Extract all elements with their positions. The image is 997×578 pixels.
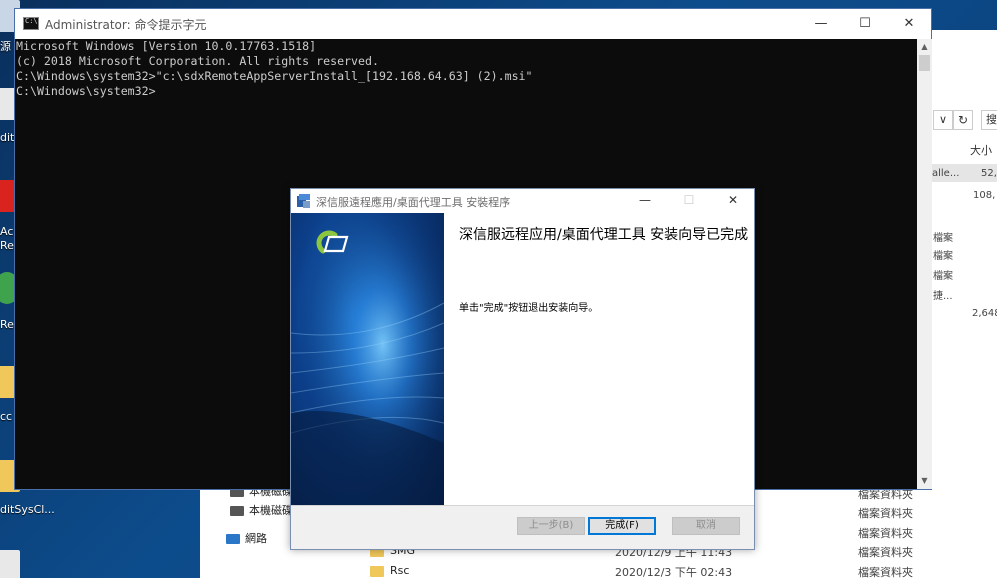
button-separator	[291, 505, 754, 506]
file-type-cell: 檔案資料夾	[858, 507, 913, 520]
desktop-icon-label: 源	[0, 40, 11, 53]
minimize-button[interactable]: —	[799, 9, 843, 39]
maximize-button[interactable]: ☐	[843, 9, 887, 39]
desktop-icon-file[interactable]	[0, 550, 20, 578]
drive-icon	[230, 506, 244, 516]
console-line: C:\Windows\system32>	[16, 84, 156, 98]
file-type-cell: 檔案資料夾	[858, 527, 913, 540]
cell-text: 檔案	[933, 251, 953, 262]
console-line: Microsoft Windows [Version 10.0.17763.15…	[16, 39, 317, 53]
scroll-up-icon[interactable]: ▲	[917, 39, 932, 55]
vertical-scrollbar[interactable]: ▲ ▼	[917, 39, 932, 489]
maximize-button: ☐	[683, 193, 695, 207]
address-dropdown-button[interactable]: ∨	[933, 110, 953, 130]
installer-content: 深信服远程应用/桌面代理工具 安装向导已完成 单击"完成"按钮退出安装向导。	[444, 213, 754, 505]
search-input[interactable]: 搜	[981, 110, 997, 130]
file-type-cell: 檔案資料夾	[858, 566, 913, 578]
desktop-icon-label: cc	[0, 410, 13, 423]
scroll-down-icon[interactable]: ▼	[917, 473, 932, 489]
console-line: C:\Windows\system32>"c:\sdxRemoteAppServ…	[16, 69, 533, 83]
window-title: Administrator: 命令提示字元	[45, 18, 207, 32]
nav-item-network[interactable]: 網路	[226, 530, 267, 546]
desktop-icon-label: Re	[0, 239, 14, 252]
dialog-titlebar[interactable]: 深信服遠程應用/桌面代理工具 安裝程序 — ☐ ✕	[291, 189, 754, 213]
finish-button[interactable]: 完成(F)	[588, 517, 656, 535]
cell-text: 52,	[981, 168, 997, 179]
cell-text: 檔案	[933, 271, 953, 282]
desktop: 源 dit Acr Re Re cc ditSysCl... ∨ ↻ 搜 大小 …	[0, 0, 997, 578]
minimize-button[interactable]: —	[623, 189, 667, 213]
close-button[interactable]: ✕	[711, 189, 755, 213]
cell-text: 檔案	[933, 233, 953, 244]
cell-text: 2,648	[972, 308, 997, 319]
nav-item-label: 網路	[245, 532, 267, 545]
file-name: Rsc	[390, 564, 410, 577]
nav-item-local-disk[interactable]: 本機磁碟	[230, 502, 293, 518]
refresh-button[interactable]: ↻	[953, 110, 973, 130]
file-type-cell: 檔案資料夾	[858, 546, 913, 559]
column-header-size[interactable]: 大小	[970, 142, 992, 158]
desktop-icon-label: Re	[0, 318, 14, 331]
cancel-button: 取消	[672, 517, 740, 535]
completion-description: 单击"完成"按钮退出安装向导。	[459, 303, 599, 314]
sangfor-logo-icon	[316, 230, 349, 254]
nav-item-label: 本機磁碟	[249, 504, 293, 517]
console-icon	[23, 17, 39, 30]
installer-dialog[interactable]: 深信服遠程應用/桌面代理工具 安裝程序 — ☐ ✕ 深信服远程应用/桌面代理工具…	[290, 188, 755, 550]
installer-banner	[291, 213, 444, 505]
console-line: (c) 2018 Microsoft Corporation. All righ…	[16, 54, 379, 68]
back-button: 上一步(B)	[517, 517, 585, 535]
cell-text: 108,	[973, 190, 996, 201]
dialog-title: 深信服遠程應用/桌面代理工具 安裝程序	[316, 196, 511, 209]
folder-icon	[370, 565, 384, 577]
desktop-icon-label: dit	[0, 131, 15, 144]
network-icon	[226, 534, 240, 544]
installer-icon	[297, 194, 310, 208]
scroll-thumb[interactable]	[919, 55, 930, 71]
cmd-titlebar[interactable]: Administrator: 命令提示字元 — ☐ ✕	[15, 9, 931, 39]
cell-text: alle...	[932, 168, 960, 179]
cell-text: 捷...	[933, 291, 953, 302]
close-button[interactable]: ✕	[887, 9, 931, 39]
file-row-name[interactable]: Rsc	[370, 564, 409, 577]
desktop-icon-label: ditSysCl...	[0, 503, 55, 516]
completion-heading: 深信服远程应用/桌面代理工具 安装向导已完成	[459, 227, 749, 243]
file-date-cell: 2020/12/3 下午 02:43	[615, 566, 733, 578]
